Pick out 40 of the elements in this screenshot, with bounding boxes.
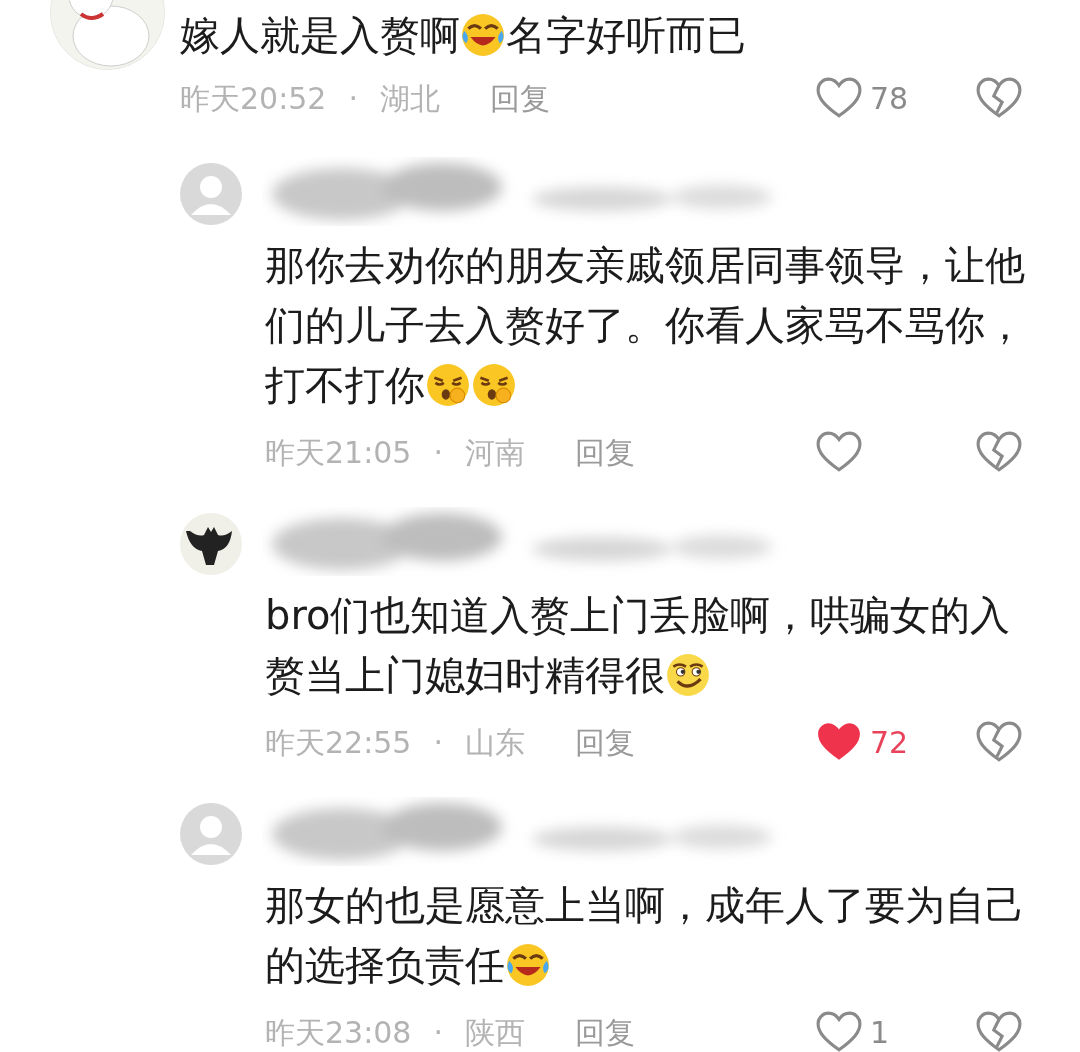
comment-text: 名字好听而已 (506, 11, 746, 60)
reply-link[interactable]: 回复 (575, 1009, 635, 1052)
smirking-face-icon (665, 652, 711, 698)
like-count: 78 (870, 79, 909, 118)
sleepy-face-icon (471, 362, 517, 408)
comment-text: bro们也知道入赘上门丢脸啊，哄骗女的入 (265, 591, 1011, 640)
comment-time: 昨天23:08 (265, 1013, 412, 1052)
comment-text: 的选择负责任 (265, 941, 505, 990)
separator-dot: · (348, 79, 358, 118)
separator-dot: · (433, 1013, 443, 1052)
laughing-crying-face-icon (460, 12, 506, 58)
comment-text: 那女的也是愿意上当啊，成年人了要为自己 (265, 881, 1025, 930)
comment-text: 嫁人就是入赘啊 (180, 11, 460, 60)
broken-heart-icon[interactable] (976, 431, 1022, 473)
comment-text: 赘当上门媳妇时精得很 (265, 651, 665, 700)
comment-text: 们的儿子去入赘好了。你看人家骂不骂你， (265, 301, 1025, 350)
like-heart-icon[interactable] (816, 1011, 862, 1052)
comment-time: 昨天20:52 (180, 79, 327, 118)
comment-location: 湖北 (380, 79, 440, 118)
reply-link[interactable]: 回复 (575, 429, 635, 475)
like-count: 72 (870, 723, 909, 762)
comment-time: 昨天21:05 (265, 433, 412, 472)
broken-heart-icon[interactable] (976, 77, 1022, 119)
like-heart-icon[interactable] (816, 431, 862, 473)
sleepy-face-icon (425, 362, 471, 408)
separator-dot: · (433, 723, 443, 762)
like-heart-icon[interactable] (816, 77, 862, 119)
comment-text: 那你去劝你的朋友亲戚领居同事领导，让他 (265, 241, 1025, 290)
reply-link[interactable]: 回复 (575, 719, 635, 765)
comment-time: 昨天22:55 (265, 723, 412, 762)
comment-location: 陕西 (465, 1013, 525, 1052)
comment-location: 山东 (465, 723, 525, 762)
comment-text: 打不打你 (265, 361, 425, 410)
separator-dot: · (433, 433, 443, 472)
like-count: 1 (870, 1013, 890, 1052)
broken-heart-icon[interactable] (976, 721, 1022, 763)
laughing-crying-face-icon (505, 942, 551, 988)
reply-link[interactable]: 回复 (490, 75, 550, 121)
broken-heart-icon[interactable] (976, 1011, 1022, 1052)
comment-location: 河南 (465, 433, 525, 472)
